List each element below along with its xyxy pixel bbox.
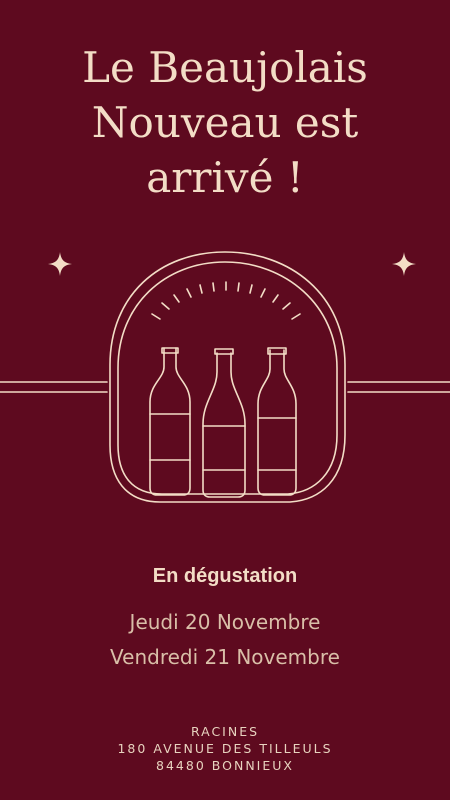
wine-bottle-center xyxy=(202,348,246,498)
headline-line-3: arrivé ! xyxy=(146,153,304,202)
headline-line-2: Nouveau est xyxy=(91,98,359,147)
sunburst-rays xyxy=(151,281,301,320)
event-date-2: Vendredi 21 Novembre xyxy=(110,645,340,669)
event-label: En dégustation xyxy=(152,565,298,587)
venue-city: 84480 BONNIEUX xyxy=(156,758,294,773)
venue-street: 180 AVENUE DES TILLEULS xyxy=(117,741,333,756)
arch-frame-outer xyxy=(109,251,346,503)
sparkle-icon xyxy=(392,252,416,276)
wine-bottle-left xyxy=(149,347,191,496)
venue-name: RACINES xyxy=(190,724,260,739)
wine-bottles-illustration xyxy=(0,251,450,503)
wine-bottle-right xyxy=(257,347,297,496)
sparkle-icon xyxy=(48,252,72,276)
headline: Le Beaujolais Nouveau est arrivé ! xyxy=(0,40,450,205)
event-date-1: Jeudi 20 Novembre xyxy=(129,610,321,634)
headline-line-1: Le Beaujolais xyxy=(82,43,368,92)
